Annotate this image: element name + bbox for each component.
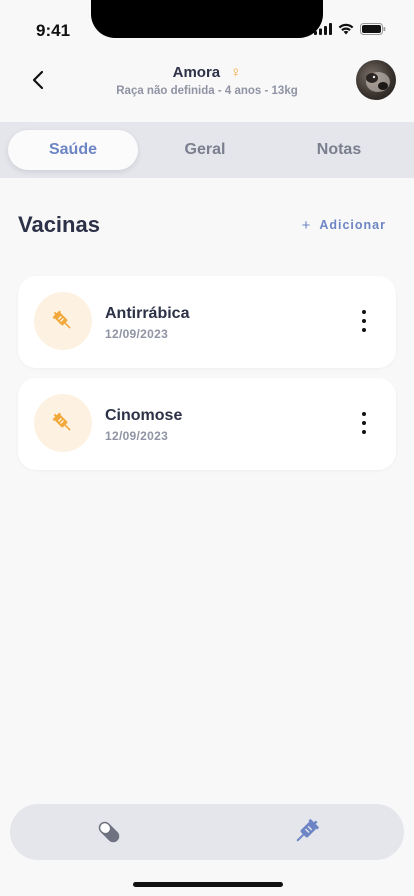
signal-icon: [314, 23, 332, 35]
pet-name: Amora: [172, 64, 221, 81]
home-indicator: [133, 882, 283, 887]
vaccine-card[interactable]: Antirrábica 12/09/2023: [18, 276, 396, 368]
tab-saude[interactable]: Saúde: [8, 130, 138, 170]
pill-icon: [98, 821, 119, 843]
segmented-tabs: Saúde Geral Notas: [0, 122, 414, 178]
pet-details: Raça não definida - 4 anos - 13kg: [116, 85, 298, 97]
tab-notas[interactable]: Notas: [272, 130, 406, 170]
vaccine-icon-badge: [34, 292, 92, 350]
avatar-photo: [366, 72, 390, 92]
add-vaccine-button[interactable]: + Adicionar: [302, 217, 386, 234]
vaccine-date: 12/09/2023: [105, 327, 169, 341]
pet-avatar[interactable]: [356, 60, 396, 100]
vaccine-card[interactable]: Cinomose 12/09/2023: [18, 378, 396, 470]
pet-info: Amora ♀ Raça não definida - 4 anos - 13k…: [0, 64, 414, 97]
pet-header: Amora ♀ Raça não definida - 4 anos - 13k…: [0, 48, 414, 118]
vaccines-section-header: Vacinas + Adicionar: [18, 212, 386, 238]
vaccine-icon-badge: [34, 394, 92, 452]
syringe-icon: [295, 819, 319, 842]
wifi-icon: [338, 23, 354, 35]
battery-icon: [360, 23, 386, 35]
syringe-icon: [52, 310, 71, 329]
vaccine-date: 12/09/2023: [105, 429, 169, 443]
syringe-icon: [52, 412, 71, 431]
add-button-label: Adicionar: [319, 218, 386, 232]
nav-medications[interactable]: [79, 808, 139, 856]
vaccine-name: Antirrábica: [105, 305, 190, 322]
more-options-icon[interactable]: [360, 412, 368, 434]
tab-geral[interactable]: Geral: [138, 130, 272, 170]
more-options-icon[interactable]: [360, 310, 368, 332]
device-notch: [91, 0, 323, 38]
status-time: 9:41: [36, 21, 71, 40]
status-icons: [314, 23, 386, 35]
section-title: Vacinas: [18, 212, 100, 237]
vaccine-name: Cinomose: [105, 407, 183, 424]
female-icon: ♀: [230, 64, 242, 81]
plus-icon: +: [301, 216, 312, 234]
nav-vaccines[interactable]: [276, 808, 336, 856]
app-screen: 9:41 Amora ♀ Raça não definida - 4 anos …: [0, 0, 414, 896]
bottom-navigation: [10, 804, 404, 860]
